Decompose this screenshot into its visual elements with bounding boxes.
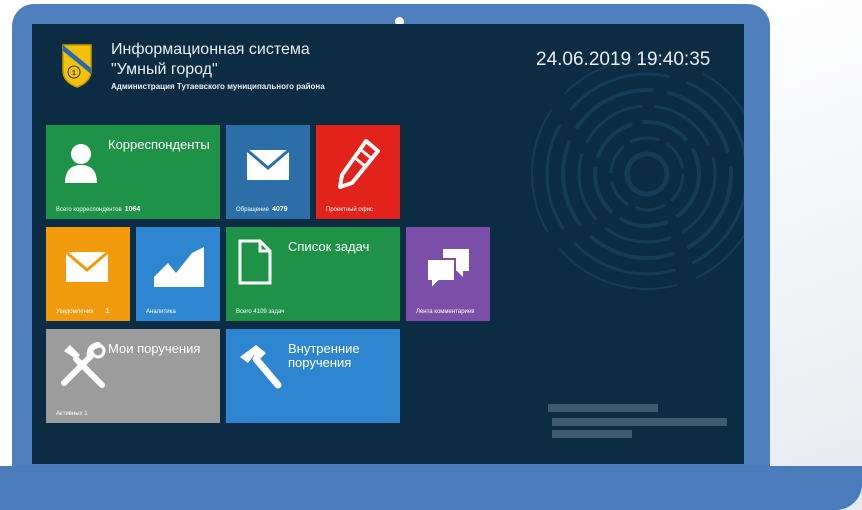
tools-icon xyxy=(61,342,106,388)
tile-footer: Всего корреспондентов 1064 xyxy=(56,206,141,213)
svg-text:1: 1 xyxy=(72,70,76,77)
hammer-icon xyxy=(240,345,282,389)
blurred-info-line3 xyxy=(552,430,632,438)
tile-footer: Проектный офис xyxy=(326,207,374,213)
tile-footer: Активных 1 xyxy=(56,411,88,417)
tile-appeals[interactable]: Обращение 4079 xyxy=(226,125,310,219)
tile-internal-orders[interactable]: Внутренние поручения xyxy=(226,329,400,423)
user-icon xyxy=(65,144,97,183)
blurred-info-line2 xyxy=(552,418,727,426)
tile-footer: Лента комментариев xyxy=(416,309,475,315)
tile-footer: Всего 4109 задач xyxy=(236,309,285,315)
laptop-base xyxy=(0,466,862,510)
tile-footer: Обращение 4079 xyxy=(236,206,288,213)
tile-project-office[interactable]: Проектный офис xyxy=(316,125,400,219)
document-icon xyxy=(238,239,272,285)
tile-comments[interactable]: Лента комментариев xyxy=(406,227,490,321)
envelope-icon xyxy=(66,252,108,282)
coat-of-arms-logo: 1 xyxy=(62,44,92,88)
app-title-line2: "Умный город" xyxy=(111,61,218,78)
tile-title: Внутренние поручения xyxy=(288,341,360,370)
tile-tasks[interactable]: Список задач Всего 4109 задач xyxy=(226,227,400,321)
app-title-line1: Информационная система xyxy=(111,41,310,58)
app-subtitle: Администрация Тутаевского муниципального… xyxy=(111,82,325,91)
tile-notifications[interactable]: Уведомления 1 xyxy=(46,227,130,321)
tile-footer: Аналитика xyxy=(146,309,176,315)
app-screen: 1 Информационная система "Умный город" А… xyxy=(32,24,744,464)
pen-icon xyxy=(338,139,380,189)
chat-icon xyxy=(426,249,469,291)
tile-analytics[interactable]: Аналитика xyxy=(136,227,220,321)
tile-correspondents[interactable]: Корреспонденты Всего корреспондентов 1064 xyxy=(46,125,220,219)
tile-title: Мои поручения xyxy=(108,341,201,356)
tile-title: Список задач xyxy=(288,239,370,254)
blurred-info-line1 xyxy=(548,404,658,412)
tile-title: Корреспонденты xyxy=(108,137,210,152)
tile-my-orders[interactable]: Мои поручения Активных 1 xyxy=(46,329,220,423)
datetime-display: 24.06.2019 19:40:35 xyxy=(536,49,711,70)
app-header: 1 Информационная система "Умный город" А… xyxy=(32,24,744,119)
envelope-icon xyxy=(247,150,289,180)
tile-footer: Уведомления 1 xyxy=(56,308,110,315)
chart-icon xyxy=(154,247,204,287)
